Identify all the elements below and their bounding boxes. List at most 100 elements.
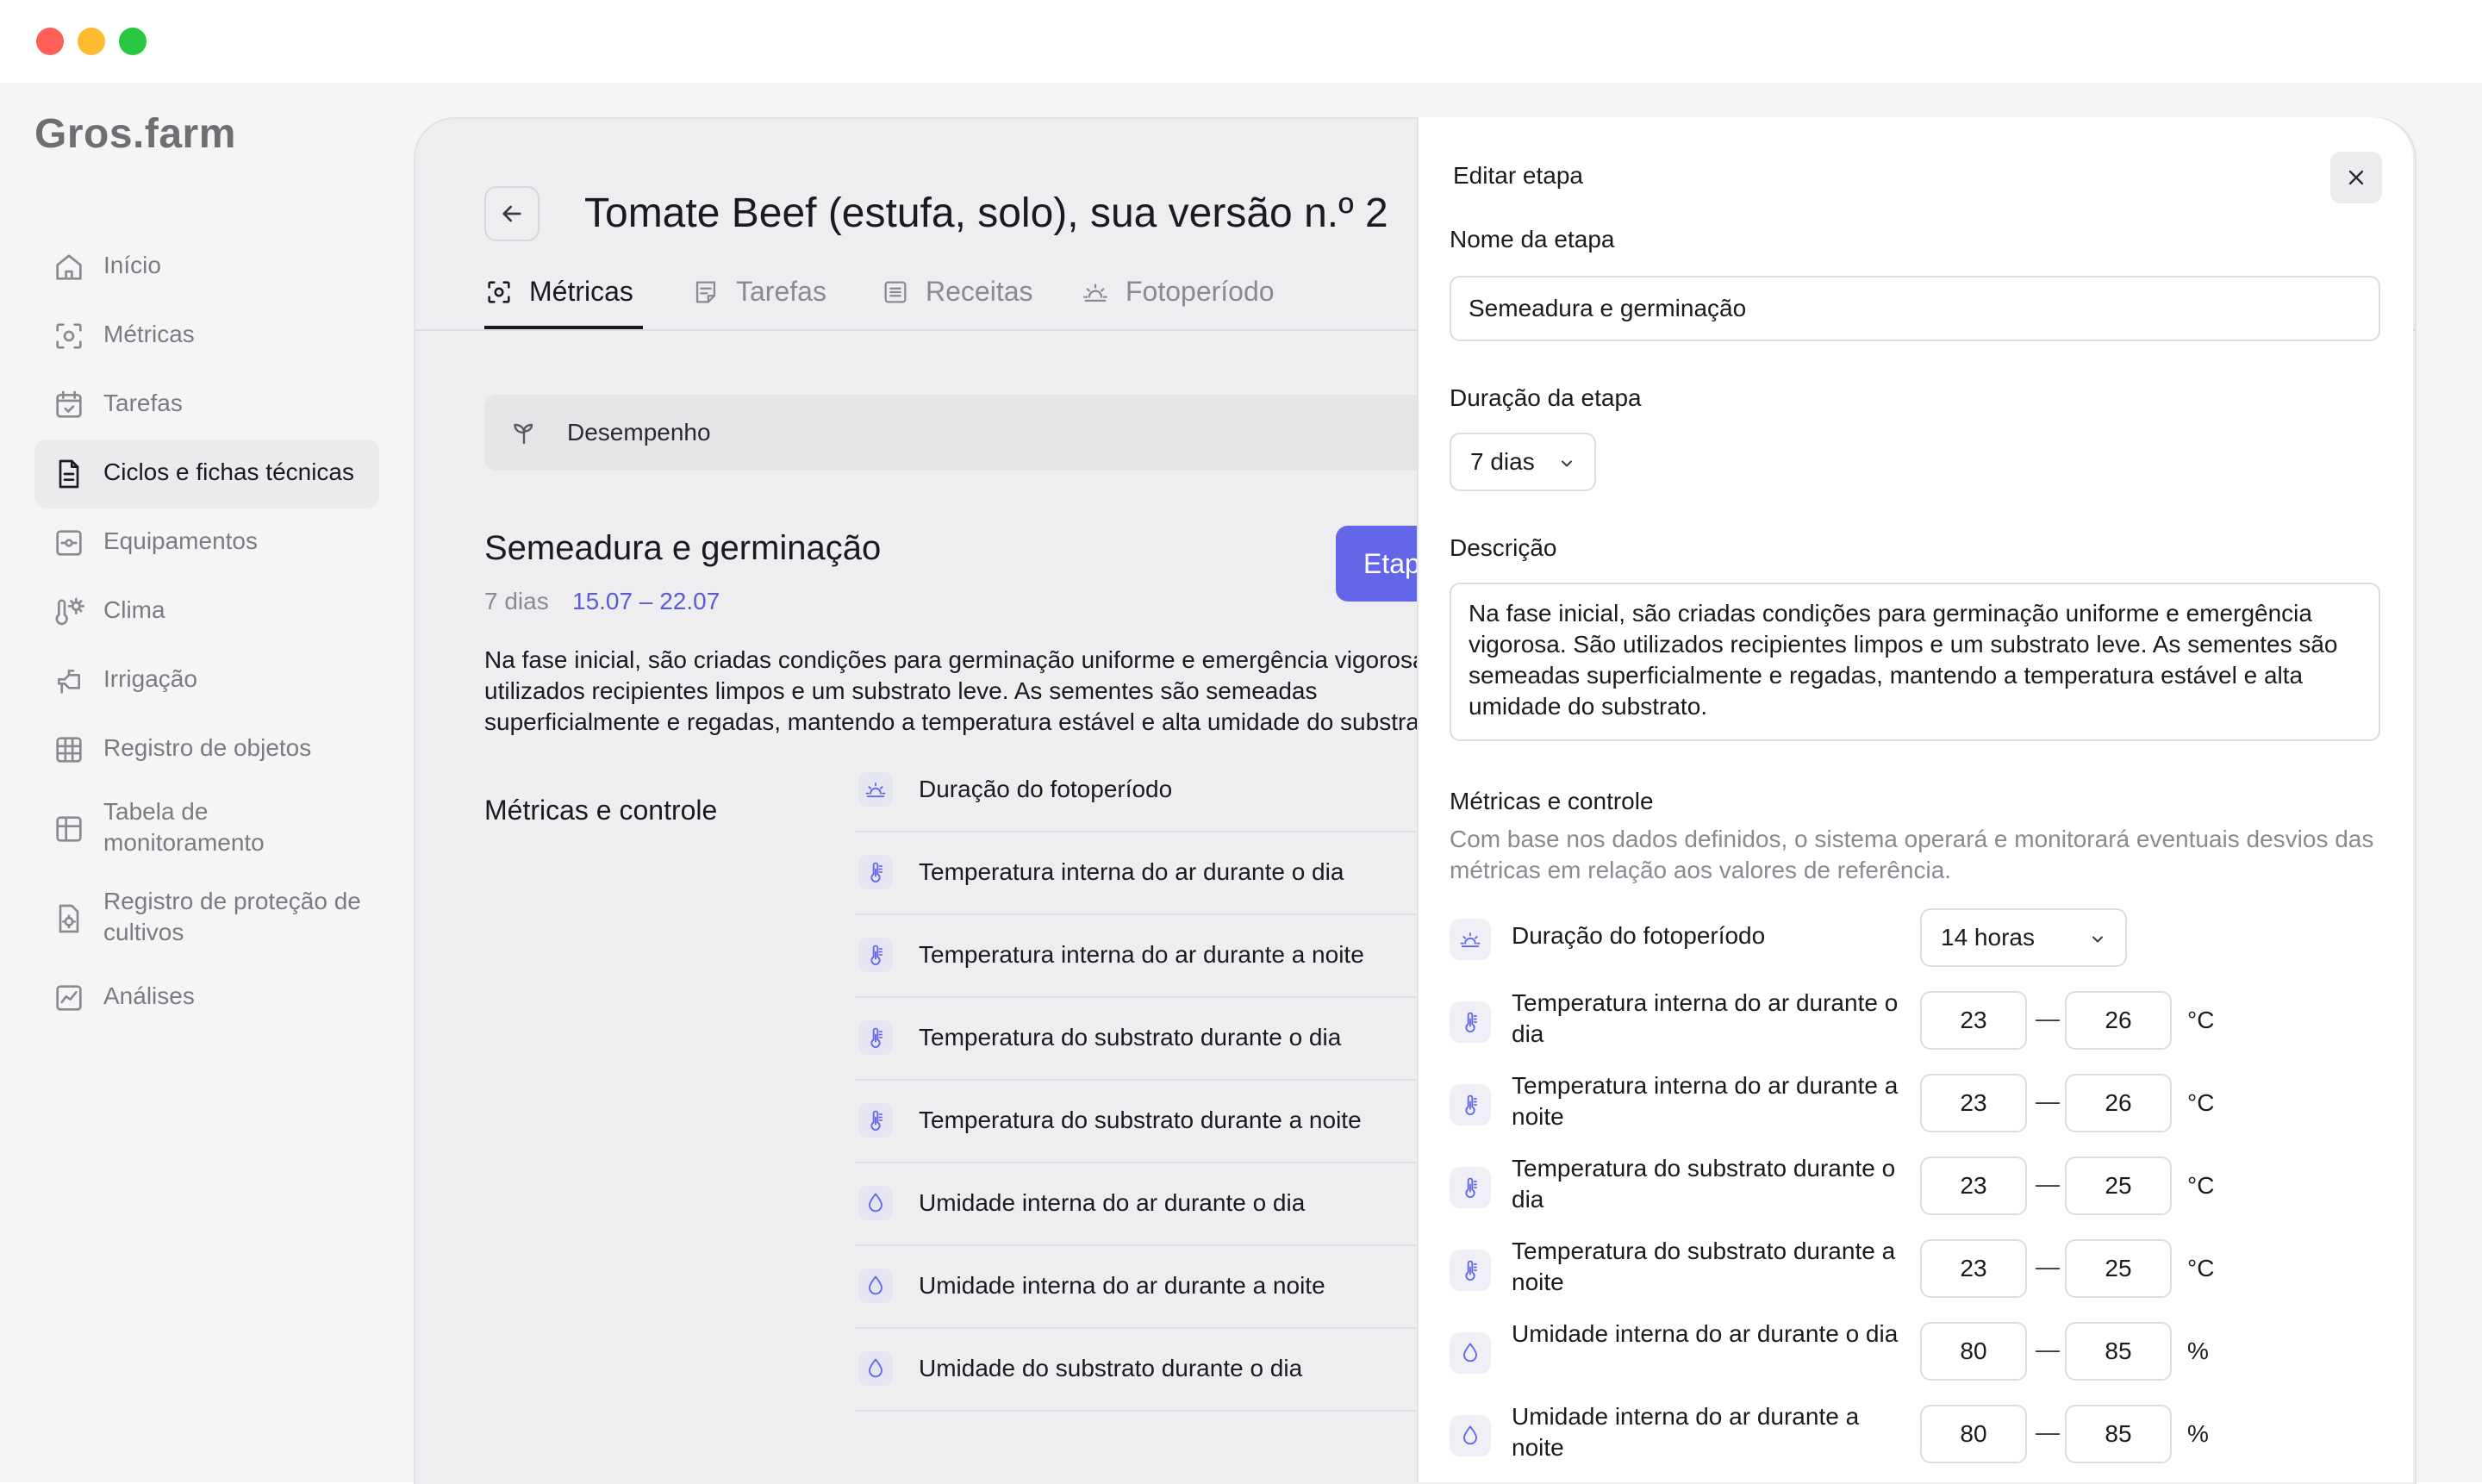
metric-label: Temperatura do substrato durante o dia xyxy=(919,1024,1342,1051)
min-value-input[interactable]: 80 xyxy=(1920,1405,2027,1463)
param-row-photoperiod: Duração do fotoperíodo 14 horas xyxy=(1450,903,2398,972)
window-minimize-button[interactable] xyxy=(78,28,105,55)
min-value-input[interactable]: 23 xyxy=(1920,1239,2027,1298)
thermometer-icon xyxy=(864,1108,888,1132)
sun-icon xyxy=(864,777,888,801)
metric-row-photoperiod[interactable]: Duração do fotoperíodo xyxy=(855,748,1510,832)
param-row: Temperatura interna do ar durante o dia … xyxy=(1450,986,2398,1055)
metric-label: Temperatura interna do ar durante o dia xyxy=(919,858,1344,885)
sidebar-item-tabela-monitoramento[interactable]: Tabela de monitoramento xyxy=(34,784,379,874)
metric-row[interactable]: Temperatura interna do ar durante o dia xyxy=(855,831,1510,915)
equipment-icon xyxy=(52,526,86,560)
metric-label: Umidade do substrato durante o dia xyxy=(919,1355,1303,1381)
tab-receitas[interactable]: Receitas xyxy=(881,272,1036,327)
chart-icon xyxy=(52,981,86,1015)
metric-row[interactable]: Temperatura interna do ar durante a noit… xyxy=(855,913,1510,998)
sidebar-item-label: Irrigação xyxy=(103,665,197,692)
metric-row[interactable]: Umidade do substrato durante o dia xyxy=(855,1327,1510,1412)
max-value-input[interactable]: 85 xyxy=(2065,1405,2172,1463)
tab-tarefas[interactable]: Tarefas xyxy=(691,272,829,327)
thermometer-icon xyxy=(864,1026,888,1050)
unit-label: % xyxy=(2187,1337,2209,1364)
sidebar-item-tarefas[interactable]: Tarefas xyxy=(34,371,379,440)
sun-icon xyxy=(1081,277,1110,307)
range-separator: — xyxy=(2036,1005,2060,1032)
min-value-input[interactable]: 23 xyxy=(1920,1074,2027,1132)
sidebar-item-irrigacao[interactable]: Irrigação xyxy=(34,646,379,715)
param-label: Umidade interna do ar durante o dia xyxy=(1512,1320,1899,1347)
drop-icon xyxy=(1458,1424,1482,1448)
min-value-input[interactable]: 23 xyxy=(1920,1157,2027,1215)
tasks-icon xyxy=(691,277,720,307)
metric-row[interactable]: Temperatura do substrato durante o dia xyxy=(855,996,1510,1081)
window-close-button[interactable] xyxy=(36,28,64,55)
max-value-input[interactable]: 25 xyxy=(2065,1239,2172,1298)
description-textarea[interactable]: Na fase inicial, são criadas condições p… xyxy=(1450,583,2380,741)
drop-icon xyxy=(864,1191,888,1215)
close-button[interactable] xyxy=(2330,152,2382,203)
tab-label: Métricas xyxy=(529,276,633,307)
unit-label: °C xyxy=(2187,1255,2215,1281)
max-value-input[interactable]: 26 xyxy=(2065,991,2172,1050)
sidebar-item-equipamentos[interactable]: Equipamentos xyxy=(34,508,379,577)
stage-name-input[interactable]: Semeadura e germinação xyxy=(1450,276,2380,341)
tab-label: Receitas xyxy=(926,276,1033,307)
edit-stage-drawer: Editar etapa Nome da etapa Semeadura e g… xyxy=(1417,117,2413,1482)
stage-title: Semeadura e germinação xyxy=(484,529,882,567)
sidebar-item-label: Início xyxy=(103,252,161,278)
table-icon xyxy=(52,812,86,846)
sidebar-item-label: Tarefas xyxy=(103,390,183,416)
max-value-input[interactable]: 26 xyxy=(2065,1074,2172,1132)
stage-duration-select[interactable]: 7 dias xyxy=(1450,433,1596,491)
param-row: Umidade interna do ar durante a noite 80… xyxy=(1450,1400,2398,1468)
metric-label: Temperatura interna do ar durante a noit… xyxy=(919,941,1364,968)
tab-label: Fotoperíodo xyxy=(1126,276,1275,307)
sidebar-item-registro-protecao[interactable]: Registro de proteção de cultivos xyxy=(34,874,379,963)
sidebar-item-ciclos[interactable]: Ciclos e fichas técnicas xyxy=(34,440,379,508)
protection-icon xyxy=(52,901,86,936)
param-row: Temperatura interna do ar durante a noit… xyxy=(1450,1069,2398,1138)
param-label: Temperatura do substrato durante o dia xyxy=(1512,1155,1896,1213)
photoperiod-select[interactable]: 14 horas xyxy=(1920,908,2127,967)
metric-row[interactable]: Umidade interna do ar durante a noite xyxy=(855,1244,1510,1329)
performance-section[interactable]: Desempenho xyxy=(484,395,1519,471)
photoperiod-value: 14 horas xyxy=(1941,924,2035,951)
unit-label: % xyxy=(2187,1420,2209,1447)
drop-icon xyxy=(864,1356,888,1381)
sidebar-item-inicio[interactable]: Início xyxy=(34,233,379,302)
drawer-title: Editar etapa xyxy=(1453,162,1583,189)
sidebar-item-label: Registro de proteção de cultivos xyxy=(103,888,361,945)
sidebar-item-analises[interactable]: Análises xyxy=(34,963,379,1032)
thermometer-icon xyxy=(864,943,888,967)
tab-fotoperiodo[interactable]: Fotoperíodo xyxy=(1081,272,1288,327)
irrigation-icon xyxy=(52,664,86,698)
stage-dates: 15.07 – 22.07 xyxy=(572,588,720,614)
window-maximize-button[interactable] xyxy=(119,28,147,55)
tab-metricas[interactable]: Métricas xyxy=(484,272,643,329)
metric-row[interactable]: Umidade interna do ar durante o dia xyxy=(855,1162,1510,1246)
sidebar-item-label: Métricas xyxy=(103,321,195,347)
param-row: Temperatura do substrato durante a noite… xyxy=(1450,1234,2398,1303)
min-value-input[interactable]: 80 xyxy=(1920,1322,2027,1381)
close-icon xyxy=(2344,165,2368,190)
back-button[interactable] xyxy=(484,186,539,241)
thermometer-icon xyxy=(1458,1175,1482,1200)
metric-row[interactable]: Temperatura do substrato durante a noite xyxy=(855,1079,1510,1163)
param-row: Temperatura do substrato durante o dia 2… xyxy=(1450,1151,2398,1220)
param-label: Temperatura interna do ar durante o dia xyxy=(1512,989,1899,1047)
sidebar-item-registro-objetos[interactable]: Registro de objetos xyxy=(34,715,379,784)
sidebar-item-clima[interactable]: Clima xyxy=(34,577,379,646)
home-icon xyxy=(52,250,86,284)
sidebar-item-metricas[interactable]: Métricas xyxy=(34,302,379,371)
stage-name-label: Nome da etapa xyxy=(1450,226,1615,253)
max-value-input[interactable]: 85 xyxy=(2065,1322,2172,1381)
document-icon xyxy=(52,457,86,491)
range-separator: — xyxy=(2036,1170,2060,1197)
app-logo[interactable]: Gros.farm xyxy=(34,110,236,158)
window-titlebar xyxy=(0,0,2482,83)
param-row: Umidade interna do ar durante o dia 80 —… xyxy=(1450,1317,2398,1386)
max-value-input[interactable]: 25 xyxy=(2065,1157,2172,1215)
range-separator: — xyxy=(2036,1088,2060,1114)
min-value-input[interactable]: 23 xyxy=(1920,991,2027,1050)
arrow-left-icon xyxy=(498,200,526,228)
